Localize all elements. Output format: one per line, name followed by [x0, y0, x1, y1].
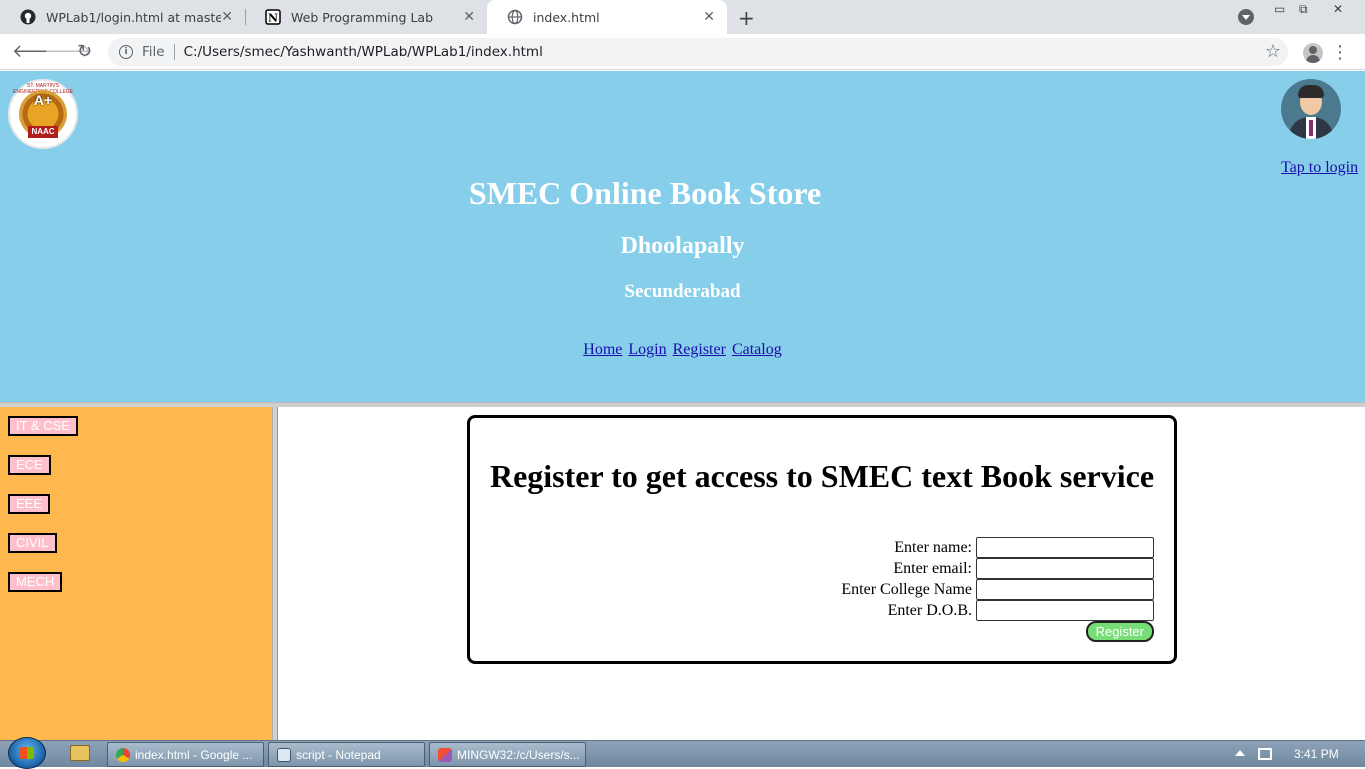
email-label: Enter email: — [893, 559, 972, 577]
taskbar-item-chrome[interactable]: index.html - Google ... — [107, 742, 264, 767]
dob-input[interactable] — [976, 600, 1154, 621]
frame-divider-vertical[interactable] — [273, 407, 278, 740]
tab-title: Web Programming Lab — [291, 9, 434, 25]
network-icon[interactable] — [1258, 748, 1272, 760]
info-icon[interactable]: i — [119, 45, 133, 59]
nav-link-home[interactable]: Home — [583, 341, 622, 358]
dept-button-eee[interactable]: EEE — [8, 494, 51, 514]
windows-start-icon[interactable] — [8, 737, 46, 769]
college-row: Enter College Name — [841, 579, 1154, 600]
taskbar-item-label: script - Notepad — [296, 747, 381, 762]
college-label: Enter College Name — [841, 580, 972, 598]
globe-icon — [507, 9, 523, 25]
restore-icon[interactable]: ⧉ — [1299, 2, 1308, 17]
new-tab-plus-icon[interactable]: + — [738, 6, 755, 30]
email-row: Enter email: — [893, 558, 1154, 579]
omnibox-divider — [173, 44, 175, 60]
url-text[interactable]: C:/Users/smec/Yashwanth/WPLab/WPLab1/ind… — [184, 44, 543, 60]
os-taskbar: index.html - Google ... script - Notepad… — [0, 737, 1365, 769]
register-form: Register to get access to SMEC text Book… — [467, 415, 1177, 664]
site-title: SMEC Online Book Store — [468, 175, 822, 211]
tap-to-login-link[interactable]: Tap to login — [1281, 159, 1358, 177]
dob-label: Enter D.O.B. — [887, 601, 972, 619]
tab-title: index.html — [533, 9, 600, 25]
department-sidebar: IT & CSE ECE EEE CIVIL MECH — [0, 407, 273, 740]
profile-avatar-icon[interactable] — [1303, 43, 1323, 63]
tab-title: WPLab1/login.html at master · ya — [46, 9, 221, 25]
college-input[interactable] — [976, 579, 1154, 600]
register-heading: Register to get access to SMEC text Book… — [489, 458, 1155, 494]
git-bash-icon — [438, 747, 452, 762]
email-input[interactable] — [976, 558, 1154, 579]
avatar-tie — [1309, 120, 1313, 136]
address-bar[interactable]: i File C:/Users/smec/Yashwanth/WPLab/WPL… — [108, 38, 1288, 66]
dept-button-mech[interactable]: MECH — [8, 572, 63, 592]
tab-github[interactable]: WPLab1/login.html at master · ya ✕ — [0, 0, 245, 34]
name-row: Enter name: — [894, 537, 1154, 558]
college-logo: ST. MARTIN'S ENGINEERING COLLEGE A+ NAAC — [8, 79, 78, 149]
main-content: Register to get access to SMEC text Book… — [279, 407, 1365, 740]
tab-search-icon[interactable] — [1238, 9, 1254, 25]
dob-row: Enter D.O.B. — [888, 600, 1154, 621]
notion-icon: N — [265, 9, 281, 25]
taskbar-item-label: MINGW32:/c/Users/s... — [457, 747, 580, 762]
name-label: Enter name: — [894, 538, 972, 556]
dept-button-ece[interactable]: ECE — [8, 455, 51, 475]
github-icon — [20, 9, 36, 25]
chrome-icon — [116, 747, 130, 762]
tab-web-programming-lab[interactable]: N Web Programming Lab ✕ — [245, 0, 487, 34]
user-avatar-icon[interactable] — [1281, 79, 1341, 139]
browser-toolbar: 🡐 🡒 ↻ i File C:/Users/smec/Yashwanth/WPL… — [0, 34, 1365, 70]
nav-link-catalog[interactable]: Catalog — [732, 341, 782, 358]
taskbar-item-mingw[interactable]: MINGW32:/c/Users/s... — [429, 742, 586, 767]
register-button[interactable]: Register — [1085, 621, 1154, 642]
file-explorer-icon[interactable] — [70, 745, 90, 761]
nav-link-register[interactable]: Register — [673, 341, 726, 358]
site-subtitle-location: Dhoolapally — [620, 233, 745, 259]
minimize-icon[interactable]: ▭ — [1274, 2, 1285, 16]
dept-button-it-cse[interactable]: IT & CSE — [8, 416, 78, 436]
taskbar-clock[interactable]: 3:41 PM — [1294, 747, 1339, 761]
svg-text:N: N — [268, 12, 278, 25]
avatar-hair — [1298, 85, 1324, 98]
logo-grade: A+ — [33, 92, 53, 108]
close-icon[interactable]: ✕ — [221, 9, 233, 25]
dept-button-civil[interactable]: CIVIL — [8, 533, 57, 553]
tab-strip: WPLab1/login.html at master · ya ✕ N Web… — [0, 0, 1365, 34]
site-header: ST. MARTIN'S ENGINEERING COLLEGE A+ NAAC… — [0, 71, 1365, 402]
scheme-label: File — [142, 44, 165, 60]
notepad-icon — [277, 747, 291, 762]
taskbar-item-notepad[interactable]: script - Notepad — [268, 742, 425, 767]
site-subtitle-city: Secunderabad — [624, 281, 741, 302]
close-icon[interactable]: ✕ — [463, 9, 475, 25]
kebab-menu-icon[interactable]: ⋮ — [1331, 42, 1349, 63]
tray-expand-icon[interactable] — [1235, 750, 1245, 756]
bookmark-star-icon[interactable]: ☆ — [1265, 41, 1281, 62]
logo-badge: NAAC — [28, 126, 58, 138]
reload-icon[interactable]: ↻ — [77, 41, 92, 62]
nav-link-login[interactable]: Login — [628, 341, 666, 358]
close-icon[interactable]: ✕ — [703, 9, 715, 25]
tab-index-html[interactable]: index.html ✕ — [487, 0, 727, 34]
main-nav: Home Login Register Catalog — [0, 341, 1365, 359]
name-input[interactable] — [976, 537, 1154, 558]
window-close-icon[interactable]: ✕ — [1333, 2, 1343, 16]
taskbar-item-label: index.html - Google ... — [135, 747, 253, 762]
